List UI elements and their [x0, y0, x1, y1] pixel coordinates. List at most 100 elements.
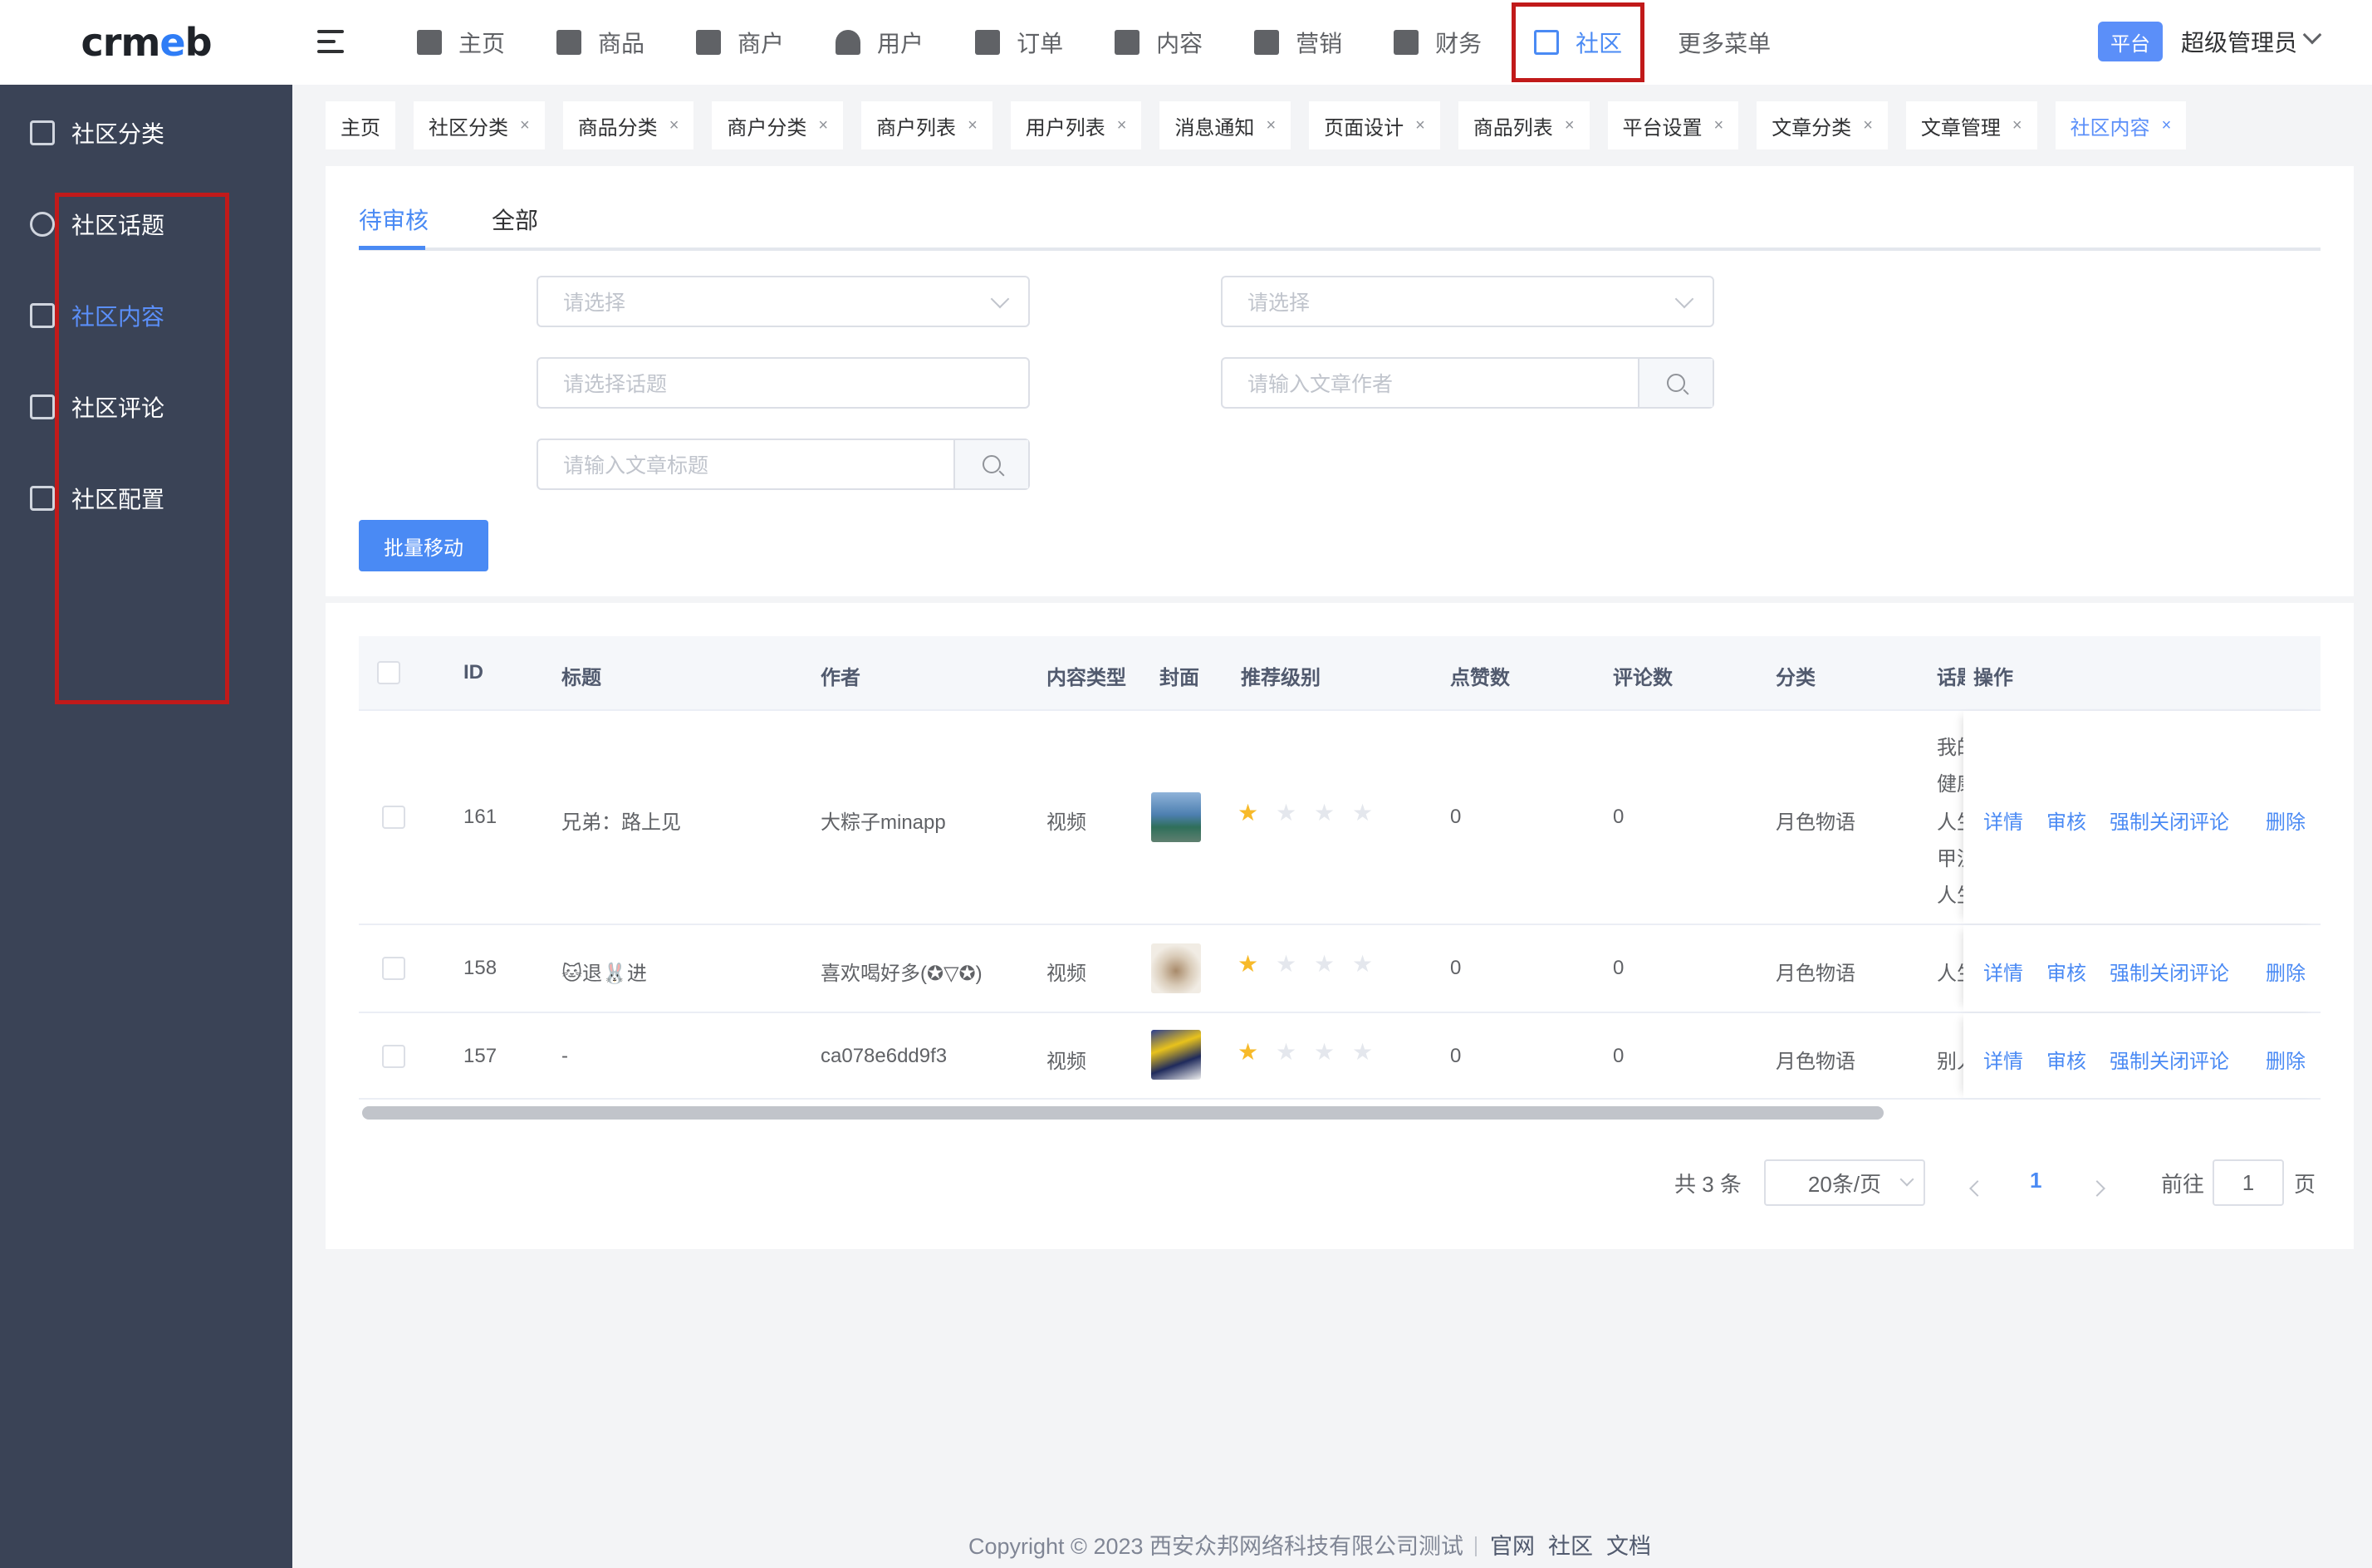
delete-link[interactable]: 删除	[2266, 957, 2306, 986]
nav-finance[interactable]: 财务	[1375, 2, 1500, 82]
star-icon[interactable]: ★	[1276, 950, 1296, 978]
close-icon[interactable]: ×	[1117, 116, 1127, 135]
tag-merchant-list[interactable]: 商户列表 ×	[861, 101, 992, 149]
tab-pending[interactable]: 待审核	[359, 203, 429, 236]
select-all-checkbox[interactable]	[377, 661, 400, 684]
tag-article-category[interactable]: 文章分类 ×	[1757, 101, 1888, 149]
row-checkbox[interactable]	[382, 806, 405, 829]
close-icon[interactable]: ×	[520, 116, 530, 135]
tag-user-list[interactable]: 用户列表 ×	[1010, 101, 1142, 149]
nav-home[interactable]: 主页	[399, 2, 523, 82]
close-icon[interactable]: ×	[2162, 116, 2172, 135]
star-icon[interactable]: ★	[1314, 1038, 1335, 1066]
tag-article-management[interactable]: 文章管理 ×	[1905, 101, 2037, 149]
close-comments-link[interactable]: 强制关闭评论	[2110, 957, 2229, 986]
tag-product-list[interactable]: 商品列表 ×	[1458, 101, 1590, 149]
close-icon[interactable]: ×	[1714, 116, 1724, 135]
tag-community-content[interactable]: 社区内容 ×	[2055, 101, 2187, 149]
horizontal-scrollbar[interactable]	[362, 1106, 1884, 1120]
detail-link[interactable]: 详情	[1983, 1045, 2023, 1074]
row-checkbox[interactable]	[382, 1045, 405, 1068]
review-link[interactable]: 审核	[2046, 1045, 2086, 1074]
prev-page-icon[interactable]	[1969, 1180, 1986, 1197]
col-likes: 点赞数	[1450, 667, 1510, 689]
nav-merchants[interactable]: 商户	[678, 2, 802, 82]
menu-collapse-icon[interactable]	[316, 27, 347, 58]
star-icon[interactable]: ★	[1276, 799, 1296, 826]
row-checkbox[interactable]	[382, 957, 405, 980]
close-icon[interactable]: ×	[1565, 116, 1575, 135]
tag-product-category[interactable]: 商品分类 ×	[562, 101, 694, 149]
close-comments-link[interactable]: 强制关闭评论	[2110, 806, 2229, 835]
tags-view-bar: 主页 社区分类 × 商品分类 × 商户分类 × 商户列表 × 用户列表 × 消息通知 × 页…	[326, 101, 2204, 149]
close-icon[interactable]: ×	[669, 116, 679, 135]
search-icon	[1667, 374, 1685, 392]
cell-topic: 人生	[1937, 963, 1967, 985]
cover-image[interactable]	[1151, 792, 1201, 842]
batch-move-button[interactable]: 批量移动	[359, 520, 488, 571]
page-size-select[interactable]: 20条/页	[1764, 1159, 1925, 1206]
footer-link-official[interactable]: 官网	[1490, 1534, 1535, 1559]
topic-select[interactable]: 请选择话题	[537, 357, 1030, 409]
chevron-down-icon[interactable]	[2302, 25, 2322, 45]
user-name[interactable]: 超级管理员	[2181, 25, 2297, 58]
tag-community-category[interactable]: 社区分类 ×	[414, 101, 545, 149]
logo[interactable]: crmeb	[0, 0, 292, 85]
nav-orders[interactable]: 订单	[957, 2, 1081, 82]
platform-badge[interactable]: 平台	[2098, 22, 2163, 61]
star-icon[interactable]: ★	[1237, 1038, 1258, 1066]
tab-all[interactable]: 全部	[492, 203, 538, 236]
title-search-input[interactable]: 请输入文章标题	[537, 439, 1030, 490]
delete-link[interactable]: 删除	[2266, 806, 2306, 835]
close-icon[interactable]: ×	[1863, 116, 1873, 135]
category-select[interactable]: 请选择	[537, 276, 1030, 327]
star-icon[interactable]: ★	[1237, 950, 1258, 978]
delete-link[interactable]: 删除	[2266, 1045, 2306, 1074]
next-page-icon[interactable]	[2089, 1180, 2105, 1197]
logo-text: crmeb	[81, 20, 212, 65]
nav-community[interactable]: 社区	[1512, 2, 1645, 82]
tag-page-design[interactable]: 页面设计 ×	[1309, 101, 1440, 149]
close-comments-link[interactable]: 强制关闭评论	[2110, 1045, 2229, 1074]
review-link[interactable]: 审核	[2046, 806, 2086, 835]
close-icon[interactable]: ×	[968, 116, 978, 135]
tag-platform-settings[interactable]: 平台设置 ×	[1607, 101, 1739, 149]
tag-merchant-category[interactable]: 商户分类 ×	[712, 101, 844, 149]
star-icon[interactable]: ★	[1237, 799, 1258, 826]
footer-link-community[interactable]: 社区	[1548, 1534, 1593, 1559]
close-icon[interactable]: ×	[1266, 116, 1276, 135]
nav-users[interactable]: 用户	[817, 2, 942, 82]
cell-author: ca078e6dd9f3	[821, 1045, 948, 1067]
author-search-button[interactable]	[1638, 359, 1713, 407]
cover-image[interactable]	[1151, 943, 1201, 993]
star-icon[interactable]: ★	[1352, 950, 1373, 978]
star-icon[interactable]: ★	[1314, 799, 1335, 826]
current-page[interactable]: 1	[2030, 1168, 2041, 1193]
close-icon[interactable]: ×	[1415, 116, 1425, 135]
detail-link[interactable]: 详情	[1983, 806, 2023, 835]
nav-products[interactable]: 商品	[538, 2, 663, 82]
star-icon[interactable]: ★	[1352, 1038, 1373, 1066]
tag-home[interactable]: 主页	[326, 101, 395, 149]
goto-page-input[interactable]: 1	[2213, 1159, 2284, 1206]
nav-marketing[interactable]: 营销	[1236, 2, 1360, 82]
author-search-input[interactable]: 请输入文章作者	[1221, 357, 1714, 409]
tag-notifications[interactable]: 消息通知 ×	[1159, 101, 1291, 149]
star-icon[interactable]: ★	[1352, 799, 1373, 826]
close-icon[interactable]: ×	[2012, 116, 2022, 135]
nav-content[interactable]: 内容	[1096, 2, 1221, 82]
cover-image[interactable]	[1151, 1030, 1201, 1080]
sidebar-item-community-category[interactable]: 社区分类	[30, 108, 279, 158]
type-select[interactable]: 请选择	[1221, 276, 1714, 327]
chevron-down-icon	[1674, 289, 1694, 309]
close-icon[interactable]: ×	[818, 116, 828, 135]
bag-icon	[556, 30, 582, 55]
pagination-total: 共 3 条	[1674, 1172, 1742, 1197]
review-link[interactable]: 审核	[2046, 957, 2086, 986]
star-icon[interactable]: ★	[1314, 950, 1335, 978]
title-search-button[interactable]	[953, 440, 1028, 488]
footer-link-docs[interactable]: 文档	[1606, 1534, 1651, 1559]
detail-link[interactable]: 详情	[1983, 957, 2023, 986]
star-icon[interactable]: ★	[1276, 1038, 1296, 1066]
nav-more-menu[interactable]: 更多菜单	[1659, 2, 1789, 82]
